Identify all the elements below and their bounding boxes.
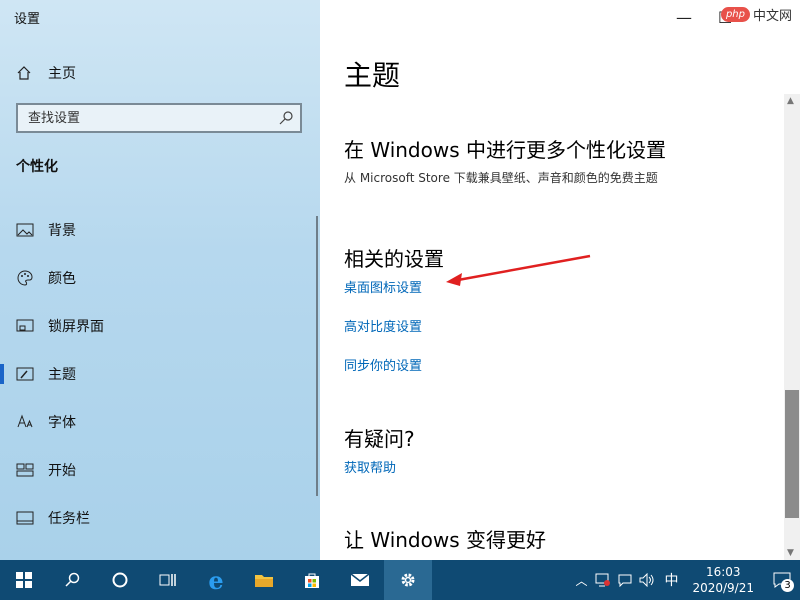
lock-screen-icon <box>14 315 36 337</box>
system-tray: ︿ 中 16:03 2020/9/21 3 <box>570 560 800 600</box>
main-scrollbar[interactable]: ▲ ▼ <box>784 94 800 560</box>
notification-badge: 3 <box>781 579 794 592</box>
mail-button[interactable] <box>336 560 384 600</box>
home-label: 主页 <box>48 66 76 82</box>
cortana-icon <box>112 572 128 588</box>
get-help-link[interactable]: 获取帮助 <box>344 457 396 476</box>
cortana-button[interactable] <box>96 560 144 600</box>
ime-indicator[interactable]: 中 <box>658 570 684 590</box>
question-title: 有疑问? <box>344 427 415 451</box>
desktop-icon-settings-link[interactable]: 桌面图标设置 <box>344 277 422 296</box>
improve-windows-title: 让 Windows 变得更好 <box>344 528 546 552</box>
folder-icon <box>255 575 273 587</box>
clock[interactable]: 16:03 2020/9/21 <box>692 564 754 596</box>
watermark-text: 中文网 <box>752 9 792 24</box>
chevron-up-icon[interactable]: ︿ <box>570 572 592 589</box>
settings-button[interactable] <box>384 560 432 600</box>
more-personalization-title: 在 Windows 中进行更多个性化设置 <box>344 138 666 162</box>
sidebar-item-lockscreen[interactable]: 锁屏界面 <box>0 302 320 350</box>
scroll-down-icon[interactable]: ▼ <box>787 548 794 558</box>
search-icon[interactable] <box>278 110 294 126</box>
sidebar-item-label: 字体 <box>48 415 76 431</box>
annotation-arrow <box>446 254 591 286</box>
sidebar-scrollbar[interactable] <box>316 216 318 496</box>
search-box[interactable] <box>16 103 302 133</box>
home-nav-item[interactable]: 主页 <box>14 62 76 84</box>
task-view-icon <box>159 574 176 586</box>
sidebar-item-label: 锁屏界面 <box>48 319 104 335</box>
start-button[interactable] <box>0 560 48 600</box>
active-indicator <box>0 364 4 384</box>
font-icon <box>14 411 36 433</box>
mail-icon <box>350 573 370 586</box>
clock-date: 2020/9/21 <box>692 581 754 595</box>
sync-settings-link[interactable]: 同步你的设置 <box>344 355 422 374</box>
more-personalization-desc: 从 Microsoft Store 下载兼具壁纸、声音和颜色的免费主题 <box>344 171 658 185</box>
sidebar-item-themes[interactable]: 主题 <box>0 350 320 398</box>
sidebar-item-fonts[interactable]: 字体 <box>0 398 320 446</box>
sidebar-item-label: 开始 <box>48 463 76 479</box>
sidebar-item-taskbar[interactable]: 任务栏 <box>0 494 320 542</box>
sidebar-item-label: 背景 <box>48 223 76 239</box>
scroll-up-icon[interactable]: ▲ <box>787 96 794 106</box>
related-settings-title: 相关的设置 <box>344 247 444 271</box>
taskbar: e ︿ 中 16:03 2020/9/21 3 <box>0 560 800 600</box>
taskbar-icon <box>14 507 36 529</box>
search-taskbar-button[interactable] <box>48 560 96 600</box>
sidebar-item-label: 颜色 <box>48 271 76 287</box>
clock-time: 16:03 <box>705 565 741 579</box>
home-icon <box>14 63 34 83</box>
file-explorer-button[interactable] <box>240 560 288 600</box>
app-title: 设置 <box>14 12 41 27</box>
sidebar-nav: 背景 颜色 锁屏界面 主题 字体 开始 任务栏 <box>0 206 320 542</box>
edge-button[interactable]: e <box>192 560 240 600</box>
gear-icon <box>401 573 415 587</box>
minimize-button[interactable]: — <box>676 8 692 27</box>
theme-icon <box>14 363 36 385</box>
high-contrast-settings-link[interactable]: 高对比度设置 <box>344 316 422 335</box>
notification-button[interactable]: 3 <box>764 560 800 600</box>
sidebar-item-background[interactable]: 背景 <box>0 206 320 254</box>
page-title: 主题 <box>344 59 401 92</box>
search-icon <box>65 572 80 587</box>
watermark-php: php <box>720 7 750 22</box>
action-center-icon[interactable] <box>614 573 636 587</box>
store-icon <box>305 573 319 588</box>
scroll-thumb[interactable] <box>785 390 799 518</box>
sidebar: 设置 主页 个性化 背景 颜色 锁屏界面 <box>0 0 320 560</box>
start-icon <box>14 459 36 481</box>
search-input[interactable] <box>18 105 268 131</box>
sidebar-item-label: 主题 <box>48 367 76 383</box>
network-icon[interactable] <box>592 573 614 587</box>
volume-icon[interactable] <box>636 573 658 587</box>
store-button[interactable] <box>288 560 336 600</box>
task-view-button[interactable] <box>144 560 192 600</box>
sidebar-item-colors[interactable]: 颜色 <box>0 254 320 302</box>
palette-icon <box>14 267 36 289</box>
sidebar-item-label: 任务栏 <box>48 511 90 527</box>
section-title: 个性化 <box>16 159 58 175</box>
windows-logo-icon <box>16 572 32 588</box>
image-icon <box>14 219 36 241</box>
sidebar-item-start[interactable]: 开始 <box>0 446 320 494</box>
watermark-logo: php 中文网 <box>720 5 792 24</box>
edge-icon: e <box>208 565 224 595</box>
